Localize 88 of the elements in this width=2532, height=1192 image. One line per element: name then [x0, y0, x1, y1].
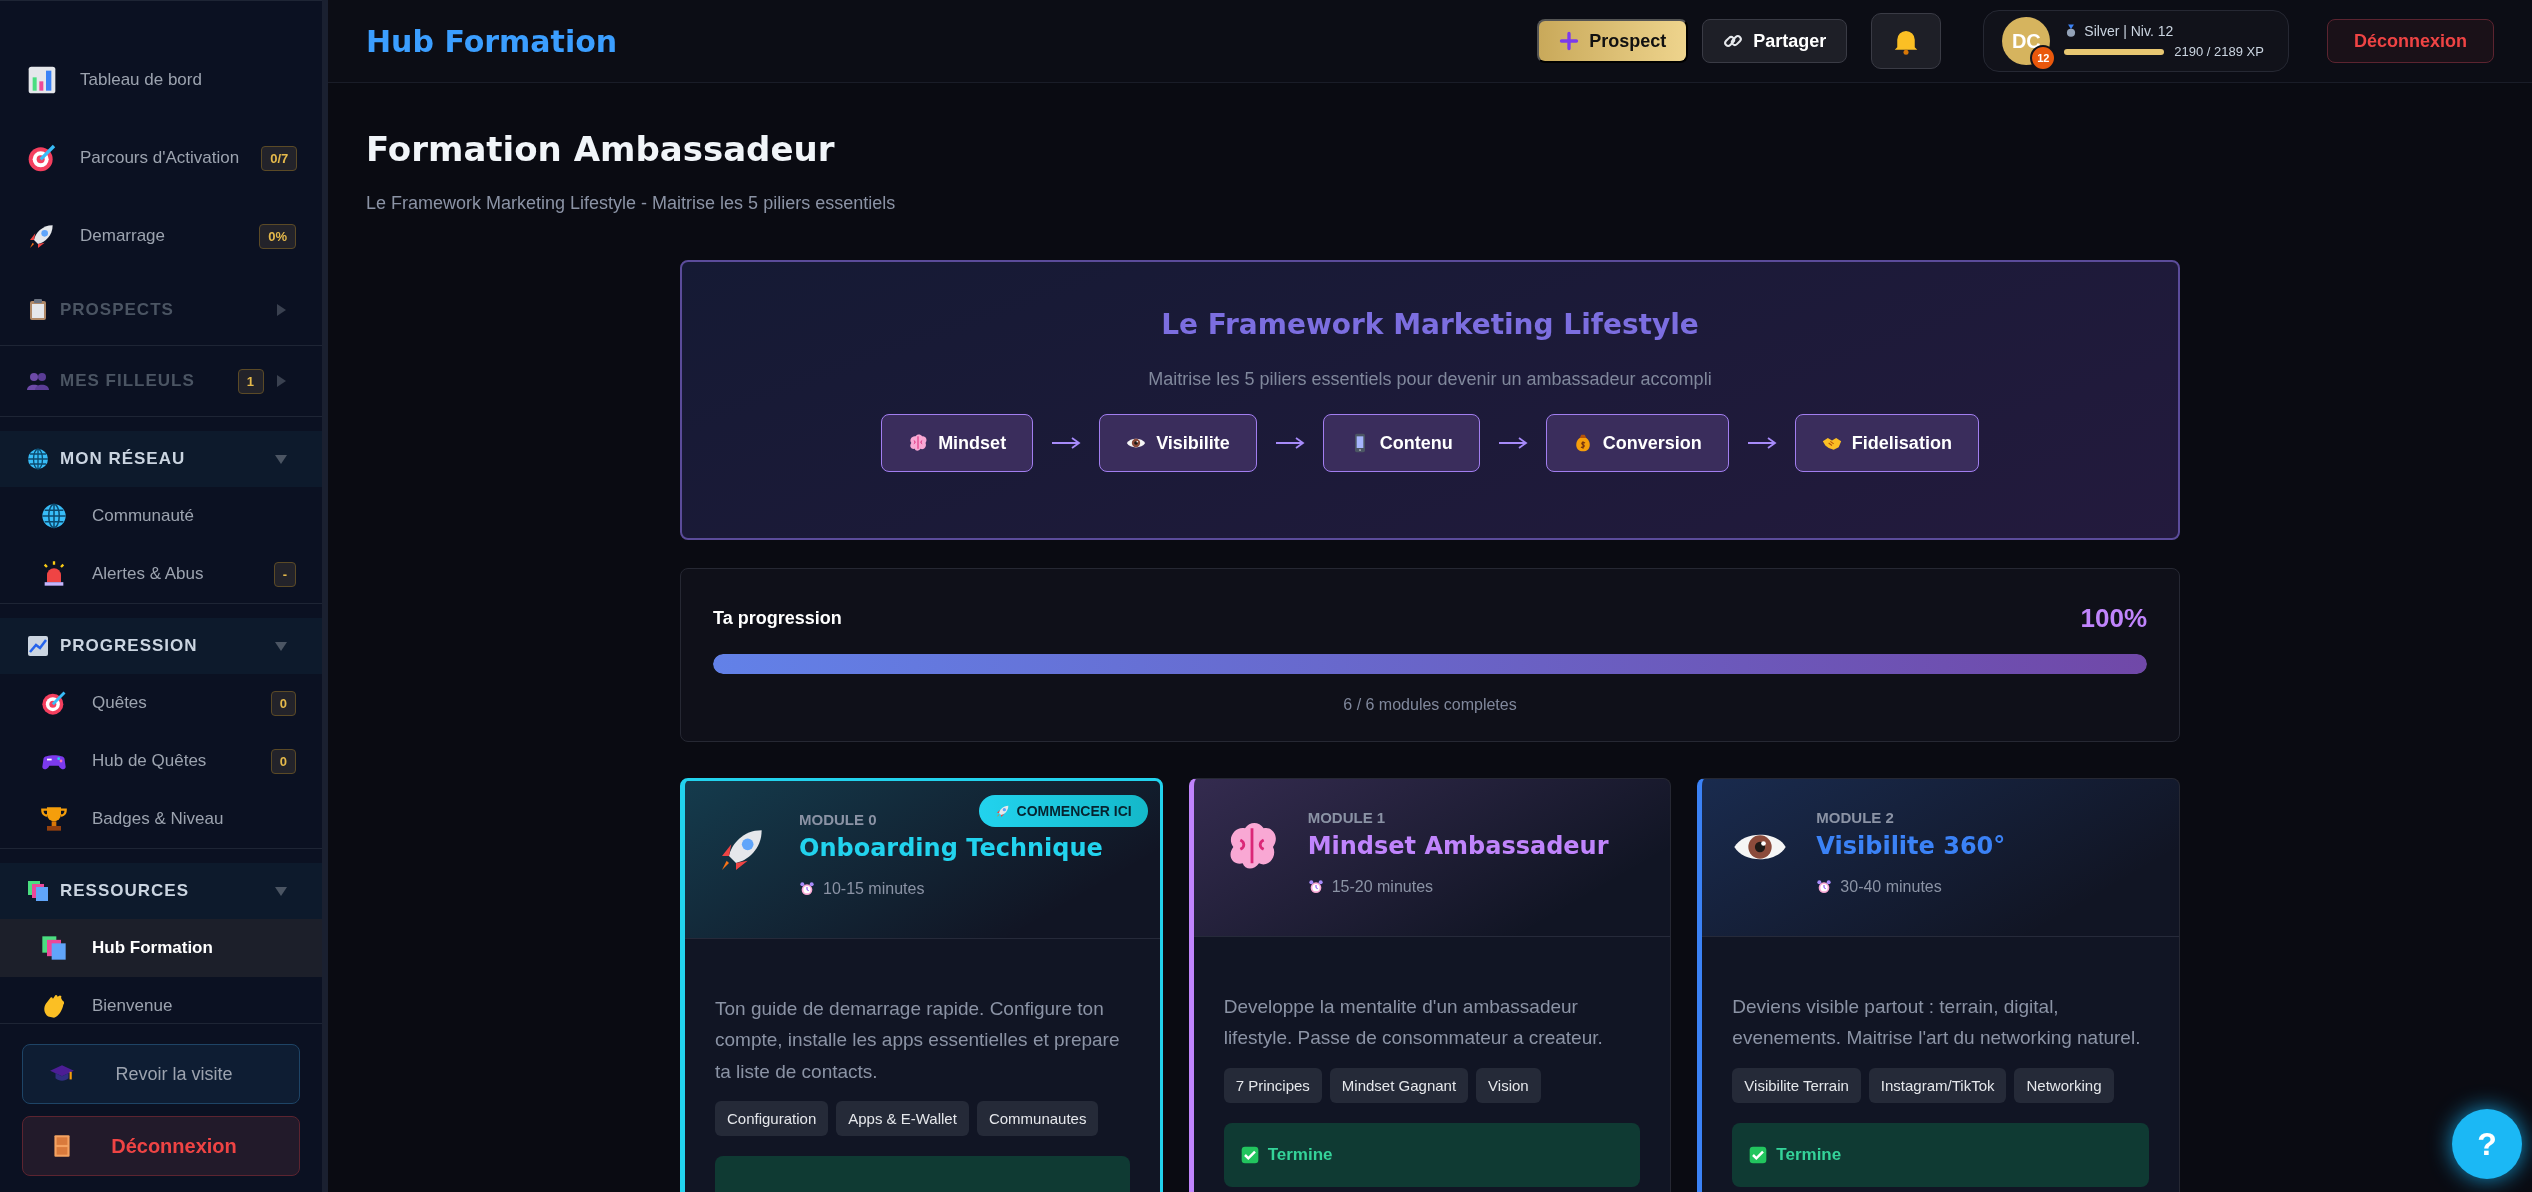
progress-caption: 6 / 6 modules completes — [1342, 696, 1518, 714]
status-banner: Termine — [1732, 1122, 2149, 1187]
count-badge: 0 — [270, 748, 296, 774]
rocket-icon — [994, 803, 1011, 819]
alarm-clock-icon — [799, 881, 815, 897]
globe-icon — [40, 502, 68, 530]
checkmark-icon — [1239, 1144, 1260, 1165]
count-badge: 1 — [237, 368, 264, 394]
topic-tag: Configuration — [715, 1101, 829, 1137]
pillar-chip: Conversion — [1545, 414, 1729, 472]
logout-button[interactable]: Déconnexion — [2326, 19, 2494, 63]
count-badge: 0 — [270, 690, 296, 716]
module-title: Visibilite 360° — [1816, 832, 2006, 860]
globe-icon — [26, 447, 50, 471]
line-chart-icon — [26, 634, 50, 658]
progress-label: Ta progression — [713, 608, 842, 629]
module-description: Ton guide de demarrage rapide. Configure ton compte, installe les apps essentielles et prepare ta liste de contacts. — [715, 997, 1121, 1084]
alarm-clock-icon — [1816, 879, 1833, 895]
arrow-icon — [1497, 436, 1528, 450]
arrow-icon — [1746, 436, 1777, 450]
count-badge: - — [273, 561, 296, 587]
logout-button[interactable]: Déconnexion — [22, 1116, 300, 1176]
section-header[interactable]: RESSOURCES — [0, 863, 322, 919]
books-icon — [26, 879, 50, 903]
sidebar-item[interactable]: Badges & Niveau — [0, 790, 322, 848]
module-title: Mindset Ambassadeur — [1307, 832, 1609, 860]
brain-icon — [908, 433, 929, 453]
sidebar-item[interactable]: Communauté — [0, 487, 322, 545]
duration-label: 30-40 minutes — [1840, 878, 1942, 896]
section-header[interactable]: MON RÉSEAU — [0, 431, 322, 487]
sidebar-item[interactable]: Bienvenue — [0, 977, 322, 1023]
topic-tag: Instagram/TikTok — [1868, 1067, 2007, 1103]
sidebar-item[interactable]: Parcours d'Activation 0/7 — [0, 119, 322, 197]
topic-tag: Apps & E-Wallet — [836, 1101, 969, 1137]
progress-percent: 100% — [2080, 603, 2147, 634]
module-title: Onboarding Technique — [799, 834, 1103, 862]
pillar-chip: Visibilite — [1099, 414, 1257, 472]
framework-subtitle: Maitrise les 5 piliers essentiels pour devenir un ambassadeur accompli — [1148, 369, 1712, 390]
pillar-chip: Contenu — [1322, 414, 1480, 472]
start-badge: COMMENCER ICI — [978, 795, 1148, 827]
module-description: Deviens visible partout : terrain, digital, evenements. Maitrise l'art du networking naturel. — [1732, 995, 2142, 1051]
topic-tag: 7 Principes — [1223, 1067, 1322, 1103]
module-card[interactable]: MODULE 2 Visibilite 360° 30-40 minutes Deviens visible partout : terrain, digital, evenements. Maitrise l'art du networking naturel. Visibilite Terrain Instagram/TikTok Networking Termine — [1697, 778, 2180, 1192]
status-banner: Termine — [1223, 1122, 1641, 1187]
subtitle: Le Framework Marketing Lifestyle - Maitrise les 5 piliers essentiels — [366, 193, 897, 214]
section-header[interactable]: PROGRESSION — [0, 618, 322, 674]
page-title: Hub Formation — [366, 23, 619, 59]
module-number: MODULE 1 — [1307, 809, 1387, 826]
arrow-icon — [1274, 436, 1305, 450]
trophy-icon — [40, 805, 68, 833]
xp-label: 2190 / 2189 XP — [2174, 44, 2264, 59]
sidebar-item[interactable]: Tableau de bord — [0, 41, 322, 119]
bar-chart-icon — [26, 64, 58, 96]
prospect-button[interactable]: Prospect — [1537, 19, 1689, 63]
books-icon — [40, 934, 68, 962]
framework-title: Le Framework Marketing Lifestyle — [1161, 308, 1699, 341]
module-card[interactable]: MODULE 1 Mindset Ambassadeur 15-20 minutes Developpe la mentalite d'un ambassadeur lifestyle. Passe de consommateur a createur. 7 Principes Mindset Gagnant Vision Termine — [1188, 778, 1672, 1192]
sidebar-item[interactable]: Alertes & Abus - — [0, 545, 322, 603]
count-badge: 0/7 — [261, 145, 298, 171]
topic-tag: Visibilite Terrain — [1732, 1067, 1861, 1103]
module-number: MODULE 2 — [1816, 809, 1895, 826]
duration-label: 15-20 minutes — [1331, 878, 1434, 896]
sidebar-item[interactable]: Quêtes 0 — [0, 674, 322, 732]
topic-tag: Mindset Gagnant — [1329, 1067, 1469, 1103]
tour-button[interactable]: Revoir la visite — [22, 1044, 300, 1104]
module-description: Developpe la mentalite d'un ambassadeur lifestyle. Passe de consommateur a createur. — [1223, 995, 1604, 1051]
sidebar-item[interactable]: Demarrage 0% — [0, 197, 322, 275]
notification-button[interactable] — [1871, 13, 1942, 69]
alarm-clock-icon — [1307, 879, 1324, 895]
pillar-chip: Fidelisation — [1794, 414, 1979, 472]
topic-tag: Vision — [1476, 1067, 1541, 1103]
sidebar-item[interactable]: Hub Formation — [0, 919, 322, 977]
sidebar-item[interactable]: Hub de Quêtes 0 — [0, 732, 322, 790]
share-button[interactable]: Partager — [1702, 19, 1848, 63]
rank-label: Silver | Niv. 12 — [2084, 23, 2174, 39]
topic-tag: Communautes — [976, 1101, 1099, 1137]
pillar-chip: Mindset — [881, 414, 1034, 472]
checkmark-icon — [1748, 1144, 1769, 1165]
target-icon — [40, 689, 68, 717]
section-header[interactable]: MES FILLEULS 1 — [0, 346, 322, 416]
duration-label: 10-15 minutes — [823, 880, 925, 898]
arrow-icon — [1051, 436, 1082, 450]
module-card[interactable] — [680, 778, 1163, 1192]
count-badge: 0% — [259, 223, 296, 249]
target-icon — [26, 142, 58, 174]
heading: Formation Ambassadeur — [366, 129, 836, 169]
plus-icon — [1559, 31, 1580, 51]
topic-tag: Networking — [2014, 1067, 2114, 1103]
